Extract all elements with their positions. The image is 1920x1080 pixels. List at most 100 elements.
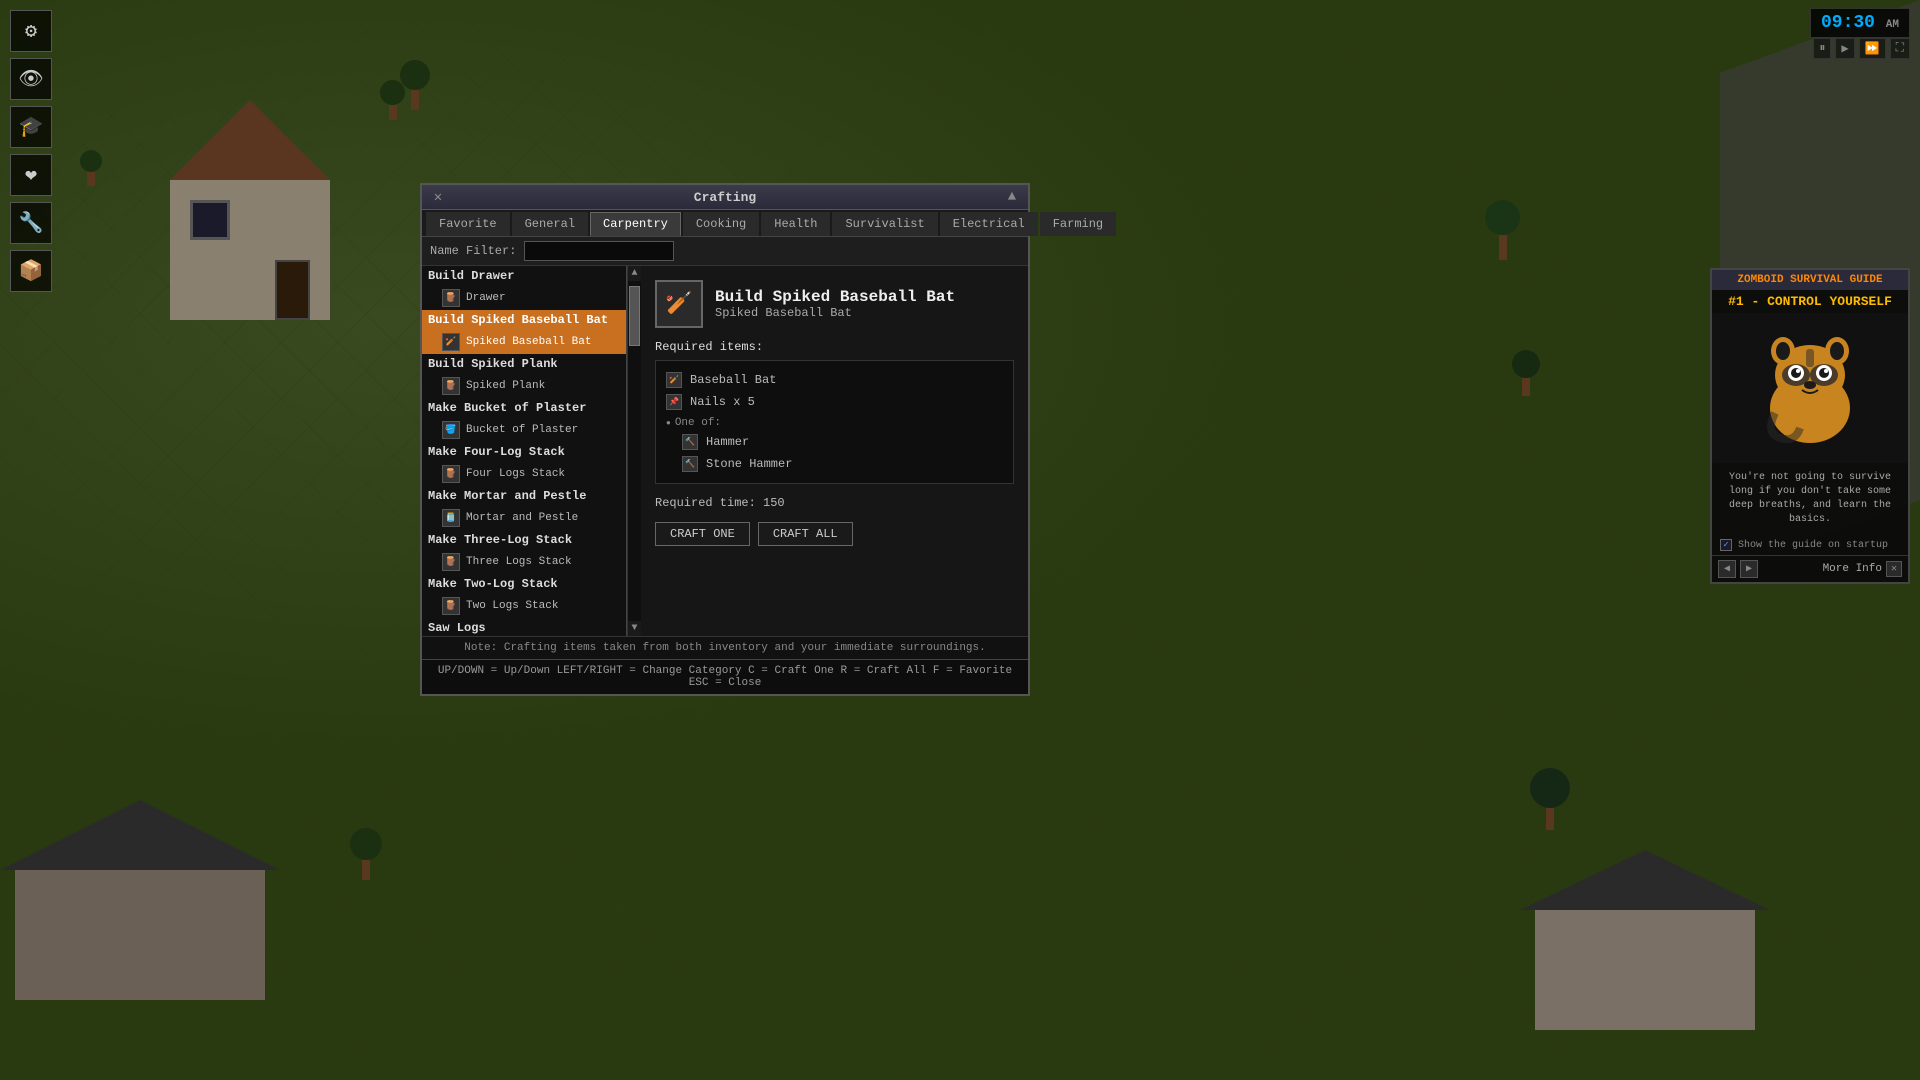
building-house-left <box>0 800 280 1000</box>
nails-icon: 📌 <box>666 394 682 410</box>
shed-roof <box>150 100 350 180</box>
media-expand[interactable]: ⛶ <box>1890 38 1910 59</box>
recipe-spiked-bat[interactable]: Build Spiked Baseball Bat <box>422 310 626 330</box>
recipe-bucket-plaster-sub[interactable]: 🪣 Bucket of Plaster <box>422 418 626 442</box>
tab-cooking[interactable]: Cooking <box>683 212 759 236</box>
req-baseball-bat: 🏏 Baseball Bat <box>666 369 1003 391</box>
guide-show-on-startup-label: Show the guide on startup <box>1738 540 1888 551</box>
guide-prev-button[interactable]: ◀ <box>1718 560 1736 578</box>
recipe-three-log-sub[interactable]: 🪵 Three Logs Stack <box>422 550 626 574</box>
clock-display: 09:30 AM <box>1810 8 1910 38</box>
tab-favorite[interactable]: Favorite <box>426 212 510 236</box>
shed-wall <box>170 180 330 320</box>
guide-more-info-button[interactable]: More Info <box>1762 563 1882 575</box>
recipe-bucket-plaster[interactable]: Make Bucket of Plaster <box>422 398 626 418</box>
window-title: Crafting <box>446 190 1004 205</box>
two-log-icon: 🪵 <box>442 597 460 615</box>
recipe-drawer-sub[interactable]: 🪵 Drawer <box>422 286 626 310</box>
requirements-box: 🏏 Baseball Bat 📌 Nails x 5 One of: 🔨 Ham… <box>655 360 1014 484</box>
house-roof-right <box>1520 850 1770 910</box>
name-filter-input[interactable] <box>524 241 674 261</box>
bucket-plaster-icon: 🪣 <box>442 421 460 439</box>
detail-subtitle: Spiked Baseball Bat <box>715 306 955 320</box>
recipe-four-log[interactable]: Make Four-Log Stack <box>422 442 626 462</box>
craft-all-button[interactable]: CRAFT ALL <box>758 522 853 546</box>
scroll-down-arrow[interactable]: ▼ <box>628 621 641 636</box>
tab-health[interactable]: Health <box>761 212 830 236</box>
hud-icon-settings[interactable]: ⚙ <box>10 10 52 52</box>
recipe-two-log[interactable]: Make Two-Log Stack <box>422 574 626 594</box>
hud-icon-health[interactable]: ❤ <box>10 154 52 196</box>
recipe-build-drawer[interactable]: Build Drawer <box>422 266 626 286</box>
hammer-icon: 🔨 <box>682 434 698 450</box>
tab-carpentry[interactable]: Carpentry <box>590 212 681 236</box>
hud-left: ⚙ 👁 🎓 ❤ 🔧 📦 <box>10 10 52 292</box>
window-minimize-button[interactable]: ▲ <box>1004 189 1020 205</box>
scroll-thumb[interactable] <box>629 286 640 346</box>
guide-raccoon-image <box>1712 313 1908 463</box>
drawer-label: Drawer <box>466 292 506 304</box>
tab-electrical[interactable]: Electrical <box>940 212 1038 236</box>
window-footer-note: Note: Crafting items taken from both inv… <box>422 636 1028 659</box>
shed-door <box>275 260 310 320</box>
hud-icon-inventory[interactable]: 📦 <box>10 250 52 292</box>
scroll-up-arrow[interactable]: ▲ <box>628 266 641 281</box>
drawer-icon: 🪵 <box>442 289 460 307</box>
recipe-list: Build Drawer 🪵 Drawer Build Spiked Baseb… <box>422 266 627 636</box>
recipe-mortar-sub[interactable]: 🫙 Mortar and Pestle <box>422 506 626 530</box>
window-titlebar: ✕ Crafting ▲ <box>422 185 1028 210</box>
recipe-spiked-plank[interactable]: Build Spiked Plank <box>422 354 626 374</box>
crafting-window: ✕ Crafting ▲ Favorite General Carpentry … <box>420 183 1030 696</box>
media-play[interactable]: ▶ <box>1835 38 1854 59</box>
tab-general[interactable]: General <box>512 212 588 236</box>
recipe-mortar[interactable]: Make Mortar and Pestle <box>422 486 626 506</box>
detail-title: Build Spiked Baseball Bat <box>715 288 955 306</box>
building-house-right <box>1520 850 1770 1030</box>
guide-checkbox-row: ✓ Show the guide on startup <box>1712 535 1908 555</box>
req-stone-hammer: 🔨 Stone Hammer <box>666 453 1003 475</box>
mortar-label: Mortar and Pestle <box>466 512 578 524</box>
recipe-three-log[interactable]: Make Three-Log Stack <box>422 530 626 550</box>
name-filter-label: Name Filter: <box>430 244 516 258</box>
tab-farming[interactable]: Farming <box>1040 212 1116 236</box>
tree-4 <box>1512 350 1540 396</box>
hud-icon-crafting[interactable]: 🔧 <box>10 202 52 244</box>
hammer-label: Hammer <box>706 435 749 449</box>
tree-3 <box>1485 200 1520 260</box>
window-body: Build Drawer 🪵 Drawer Build Spiked Baseb… <box>422 266 1028 636</box>
four-log-label: Four Logs Stack <box>466 468 565 480</box>
house-roof-left <box>0 800 280 870</box>
required-time-label: Required time: 150 <box>655 496 785 510</box>
guide-close-button[interactable]: ✕ <box>1886 561 1902 577</box>
stone-hammer-label: Stone Hammer <box>706 457 792 471</box>
guide-panel: ZOMBOID SURVIVAL GUIDE #1 - CONTROL YOUR… <box>1710 268 1910 584</box>
spiked-bat-label: Spiked Baseball Bat <box>466 336 591 348</box>
tree-2 <box>380 80 405 120</box>
four-log-icon: 🪵 <box>442 465 460 483</box>
tab-survivalist[interactable]: Survivalist <box>832 212 937 236</box>
stone-hammer-icon: 🔨 <box>682 456 698 472</box>
shed-window <box>190 200 230 240</box>
recipe-saw-logs[interactable]: Saw Logs <box>422 618 626 636</box>
mortar-icon: 🫙 <box>442 509 460 527</box>
craft-one-button[interactable]: CRAFT ONE <box>655 522 750 546</box>
media-ff[interactable]: ⏩ <box>1859 38 1886 59</box>
guide-next-button[interactable]: ▶ <box>1740 560 1758 578</box>
recipe-spiked-plank-sub[interactable]: 🪵 Spiked Plank <box>422 374 626 398</box>
recipe-spiked-bat-sub[interactable]: 🏏 Spiked Baseball Bat <box>422 330 626 354</box>
raccoon-svg <box>1745 323 1875 453</box>
guide-body-text: You're not going to survive long if you … <box>1712 463 1908 535</box>
house-wall-right <box>1535 910 1755 1030</box>
hud-icon-skills[interactable]: 🎓 <box>10 106 52 148</box>
recipe-two-log-sub[interactable]: 🪵 Two Logs Stack <box>422 594 626 618</box>
two-log-label: Two Logs Stack <box>466 600 558 612</box>
nails-label: Nails x 5 <box>690 395 755 409</box>
hud-icon-view[interactable]: 👁 <box>10 58 52 100</box>
building-shed <box>150 100 350 320</box>
guide-show-on-startup-checkbox[interactable]: ✓ <box>1720 539 1732 551</box>
recipe-four-log-sub[interactable]: 🪵 Four Logs Stack <box>422 462 626 486</box>
name-filter-row: Name Filter: <box>422 237 1028 266</box>
media-pause[interactable]: ⏸ <box>1813 38 1831 59</box>
tree-7 <box>80 150 102 186</box>
window-close-button[interactable]: ✕ <box>430 189 446 205</box>
